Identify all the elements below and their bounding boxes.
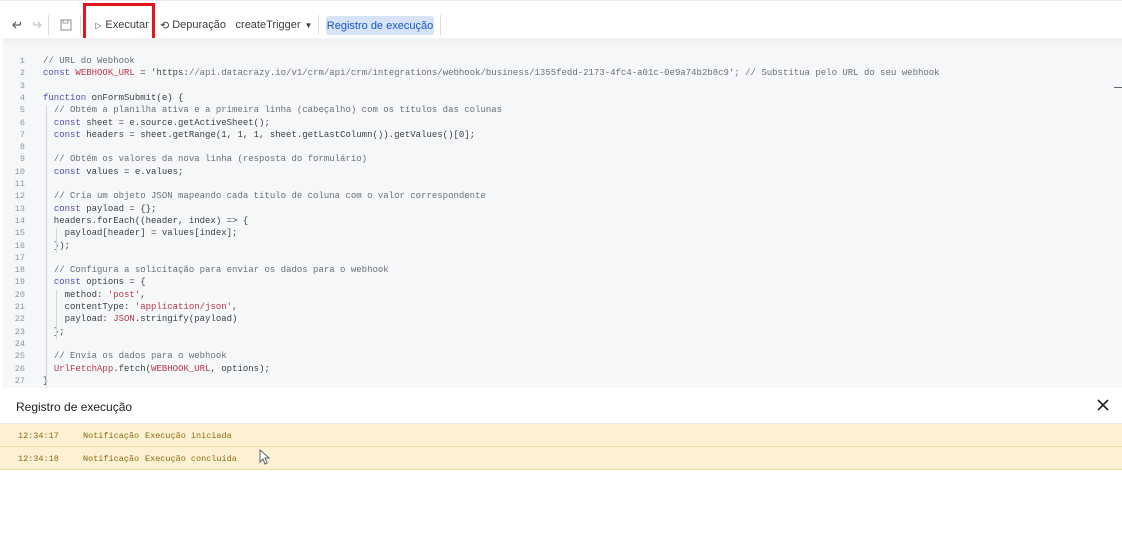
indent-guide	[56, 289, 57, 339]
debug-button[interactable]: ⟲ Depuração	[160, 15, 226, 35]
line-number: 27	[14, 375, 25, 386]
line-number: 21	[14, 302, 25, 312]
code-line: method: 'post',	[43, 289, 146, 300]
execution-log-title: Registro de execução	[16, 400, 133, 414]
code-line: const headers = sheet.getRange(1, 1, 1, …	[53, 129, 476, 140]
code-line: // URL do Webhook	[43, 56, 135, 66]
log-row: 12:34:18 Notificação Execução concluída	[0, 447, 1122, 470]
toolbar-divider	[318, 15, 319, 35]
code-line: headers.forEach((header, index) => {	[43, 215, 249, 226]
log-message: Execução iniciada	[145, 431, 232, 441]
save-icon	[60, 19, 72, 31]
line-number: 6	[19, 117, 25, 128]
line-number: 3	[19, 80, 25, 91]
code-line: // Configura a solicitação para enviar o…	[53, 265, 389, 276]
execution-log-panel: Registro de execução 12:34:17 Notificaçã…	[0, 388, 1122, 536]
code-line: const WEBHOOK_URL = 'https://api.datacra…	[43, 68, 940, 79]
line-number: 4	[19, 92, 25, 103]
line-number: 17	[14, 252, 25, 263]
line-number: 8	[19, 142, 25, 153]
execution-log-button[interactable]: Registro de execução	[326, 16, 434, 35]
indent-guide	[46, 105, 47, 389]
line-number: 22	[14, 314, 25, 325]
code-line: // Envia os dados para o webhook	[53, 351, 227, 362]
line-number: 12	[14, 191, 25, 202]
code-line: payload[header] = values[index];	[43, 228, 238, 239]
run-button[interactable]: ▷ Executar	[94, 15, 150, 35]
log-message: Execução concluída	[145, 454, 237, 464]
code-line: // Cria um objeto JSON mapeando cada tít…	[53, 191, 486, 202]
line-number: 23	[14, 326, 25, 337]
save-button[interactable]	[58, 15, 74, 35]
undo-icon	[12, 21, 22, 29]
code-line: const payload = {};	[53, 203, 157, 214]
line-number: 13	[14, 203, 25, 214]
log-time: 12:34:18	[18, 454, 59, 464]
line-number: 15	[14, 228, 25, 239]
code-line: // Obtém a planilha ativa e a primeira l…	[53, 105, 503, 116]
scrollbar-marker	[1114, 87, 1122, 88]
play-icon: ▷	[95, 20, 102, 30]
debug-label: Depuração	[172, 19, 227, 31]
toolbar-divider	[48, 15, 49, 35]
code-line: const values = e.values;	[53, 166, 184, 177]
line-number: 2	[19, 68, 25, 79]
line-number: 19	[14, 277, 25, 288]
line-number: 5	[19, 105, 25, 116]
line-number: 18	[14, 265, 25, 276]
line-number: 26	[14, 363, 25, 374]
code-line: const sheet = e.source.getActiveSheet();	[53, 117, 270, 128]
line-number: 24	[14, 338, 25, 349]
redo-icon	[32, 21, 42, 29]
line-number: 10	[14, 166, 25, 177]
function-select-value: createTrigger	[235, 19, 301, 31]
line-number: 16	[14, 240, 25, 251]
redo-button[interactable]	[28, 15, 44, 35]
code-line: contentType: 'application/json',	[43, 302, 238, 312]
log-level: Notificação	[83, 454, 140, 464]
code-editor[interactable]: 1 // URL do Webhook 2 const WEBHOOK_URL = '…	[3, 45, 1122, 389]
undo-button[interactable]	[10, 15, 26, 35]
caret-down-icon: ▼	[304, 20, 313, 30]
code-line: const options = {	[53, 277, 146, 288]
log-time: 12:34:17	[18, 431, 59, 441]
run-label: Executar	[105, 19, 149, 31]
indent-guide	[56, 228, 57, 253]
log-level: Notificação	[83, 431, 140, 441]
debug-icon: ⟲	[159, 19, 170, 32]
line-number: 20	[14, 289, 25, 300]
code-line: // Obtém os valores da nova linha (respo…	[53, 154, 368, 165]
mouse-pointer-icon	[259, 449, 271, 465]
code-line: payload: JSON.stringify(payload)	[43, 314, 238, 325]
code-line: function onFormSubmit(e) {	[43, 92, 184, 103]
close-icon	[1097, 399, 1109, 411]
execution-log-label: Registro de execução	[326, 19, 434, 32]
line-number: 25	[14, 351, 25, 362]
line-number: 14	[14, 215, 25, 226]
line-number: 7	[19, 129, 25, 140]
line-number: 9	[19, 154, 25, 165]
close-log-button[interactable]	[1094, 396, 1112, 414]
toolbar-divider	[440, 15, 441, 35]
toolbar-divider	[80, 15, 81, 35]
function-select[interactable]: createTrigger ▼	[235, 15, 313, 35]
editor-top-strip	[3, 38, 1122, 45]
line-number: 11	[14, 179, 25, 189]
execution-log-header: Registro de execução	[0, 388, 1122, 424]
code-line: UrlFetchApp.fetch(WEBHOOK_URL, options);	[53, 363, 270, 374]
log-row: 12:34:17 Notificação Execução iniciada	[0, 424, 1122, 447]
line-number: 1	[19, 56, 25, 66]
